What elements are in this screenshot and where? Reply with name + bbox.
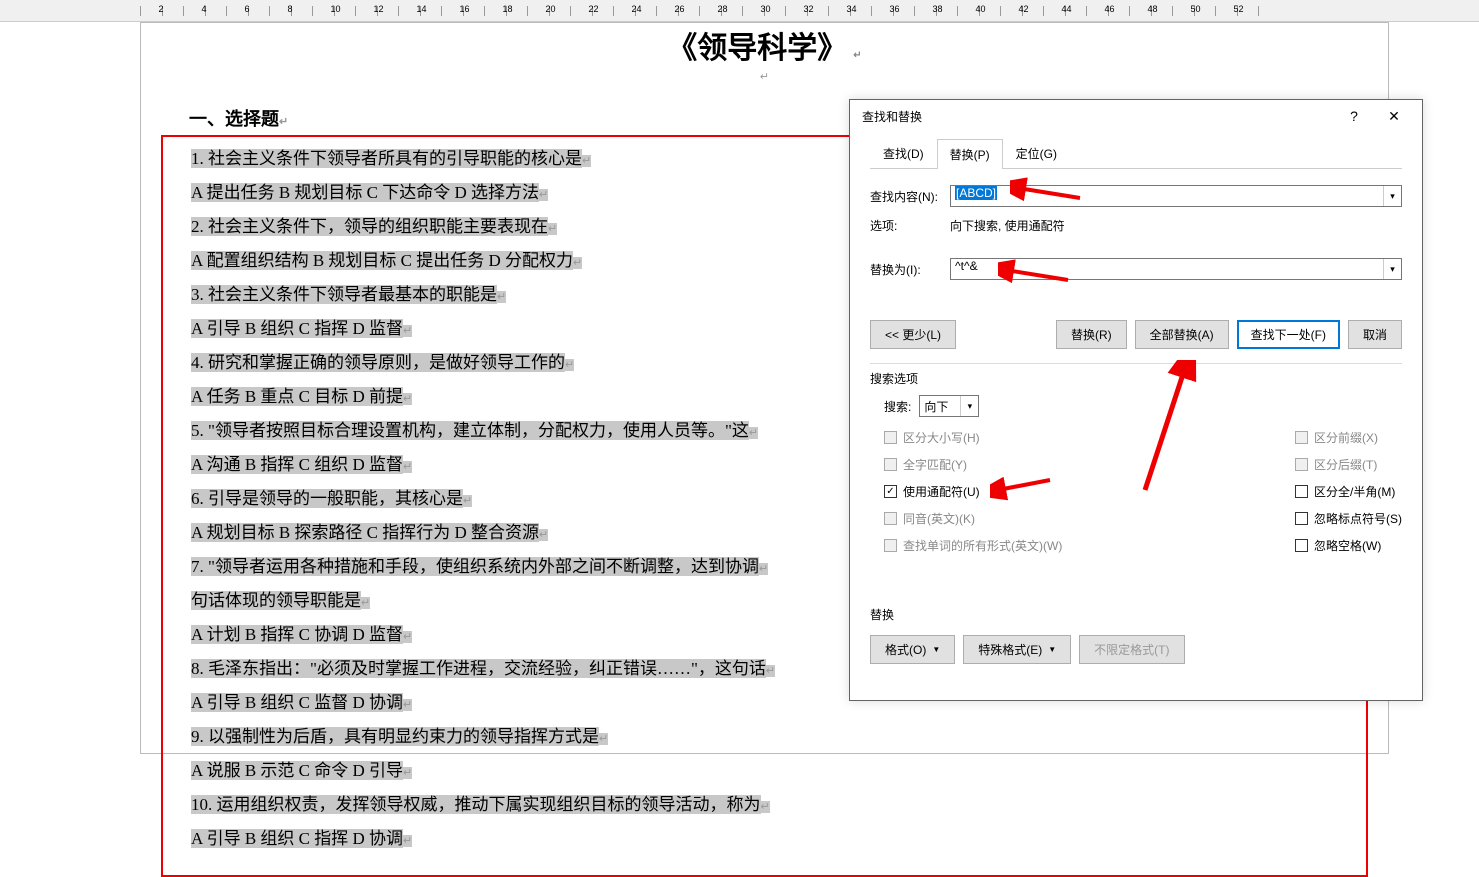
replace-input-value: ^t^& <box>955 259 978 273</box>
annotation-arrow-icon <box>990 472 1060 502</box>
annotation-arrow-icon <box>1130 360 1200 500</box>
document-line[interactable]: 10. 运用组织权责，发挥领导权威，推动下属实现组织目标的领导活动，称为↵ <box>191 789 1338 823</box>
less-button[interactable]: << 更少(L) <box>870 320 956 349</box>
find-label: 查找内容(N): <box>870 188 950 205</box>
ignore-space-checkbox[interactable]: 忽略空格(W) <box>1295 537 1402 554</box>
cancel-button[interactable]: 取消 <box>1348 320 1402 349</box>
annotation-arrow-icon <box>1010 176 1090 206</box>
chevron-down-icon[interactable]: ▾ <box>960 396 978 416</box>
sounds-like-checkbox: 同音(英文)(K) <box>884 510 1295 527</box>
dialog-titlebar[interactable]: 查找和替换 ? ✕ <box>850 100 1422 132</box>
replace-dropdown-icon[interactable]: ▾ <box>1383 259 1401 279</box>
horizontal-ruler: 2468101214161820222426283032343638404244… <box>0 0 1479 22</box>
replace-all-button[interactable]: 全部替换(A) <box>1135 320 1229 349</box>
close-icon[interactable]: ✕ <box>1374 108 1414 125</box>
document-title: 《领导科学》 ↵ <box>141 23 1388 67</box>
ignore-punct-checkbox[interactable]: 忽略标点符号(S) <box>1295 510 1402 527</box>
find-next-button[interactable]: 查找下一处(F) <box>1237 320 1340 349</box>
search-direction-label: 搜索: <box>884 398 911 415</box>
wildcards-checkbox[interactable]: ✓使用通配符(U) <box>884 483 1295 500</box>
tab-goto[interactable]: 定位(G) <box>1003 138 1070 168</box>
document-line[interactable]: A 说服 B 示范 C 命令 D 引导↵ <box>191 755 1338 789</box>
format-button[interactable]: 格式(O)▼ <box>870 635 955 664</box>
whole-word-checkbox: 全字匹配(Y) <box>884 456 1295 473</box>
fullhalf-checkbox[interactable]: 区分全/半角(M) <box>1295 483 1402 500</box>
replace-label: 替换为(I): <box>870 261 950 278</box>
prefix-checkbox: 区分前缀(X) <box>1295 429 1402 446</box>
match-case-checkbox: 区分大小写(H) <box>884 429 1295 446</box>
annotation-arrow-icon <box>998 258 1078 288</box>
tab-replace[interactable]: 替换(P) <box>937 139 1003 169</box>
search-direction-select[interactable]: 向下 ▾ <box>919 395 979 417</box>
no-format-button: 不限定格式(T) <box>1079 635 1184 664</box>
dialog-title: 查找和替换 <box>858 108 1334 125</box>
empty-paragraph: ↵ <box>141 67 1388 85</box>
title-text: 《领导科学》 <box>667 32 847 65</box>
help-button[interactable]: ? <box>1334 108 1374 124</box>
suffix-checkbox: 区分后缀(T) <box>1295 456 1402 473</box>
find-input-value: [ABCD] <box>955 186 997 200</box>
replace-section-label: 替换 <box>870 606 1402 623</box>
dialog-tabs: 查找(D) 替换(P) 定位(G) <box>870 138 1402 169</box>
find-dropdown-icon[interactable]: ▾ <box>1383 186 1401 206</box>
document-line[interactable]: 9. 以强制性为后盾，具有明显约束力的领导指挥方式是↵ <box>191 721 1338 755</box>
tab-find[interactable]: 查找(D) <box>870 138 937 168</box>
replace-button[interactable]: 替换(R) <box>1056 320 1127 349</box>
special-format-button[interactable]: 特殊格式(E)▼ <box>963 635 1071 664</box>
options-label: 选项: <box>870 217 950 234</box>
options-value: 向下搜索, 使用通配符 <box>950 217 1065 234</box>
document-line[interactable]: A 引导 B 组织 C 指挥 D 协调↵ <box>191 823 1338 857</box>
word-forms-checkbox: 查找单词的所有形式(英文)(W) <box>884 537 1295 554</box>
paragraph-mark-icon: ↵ <box>853 50 861 61</box>
